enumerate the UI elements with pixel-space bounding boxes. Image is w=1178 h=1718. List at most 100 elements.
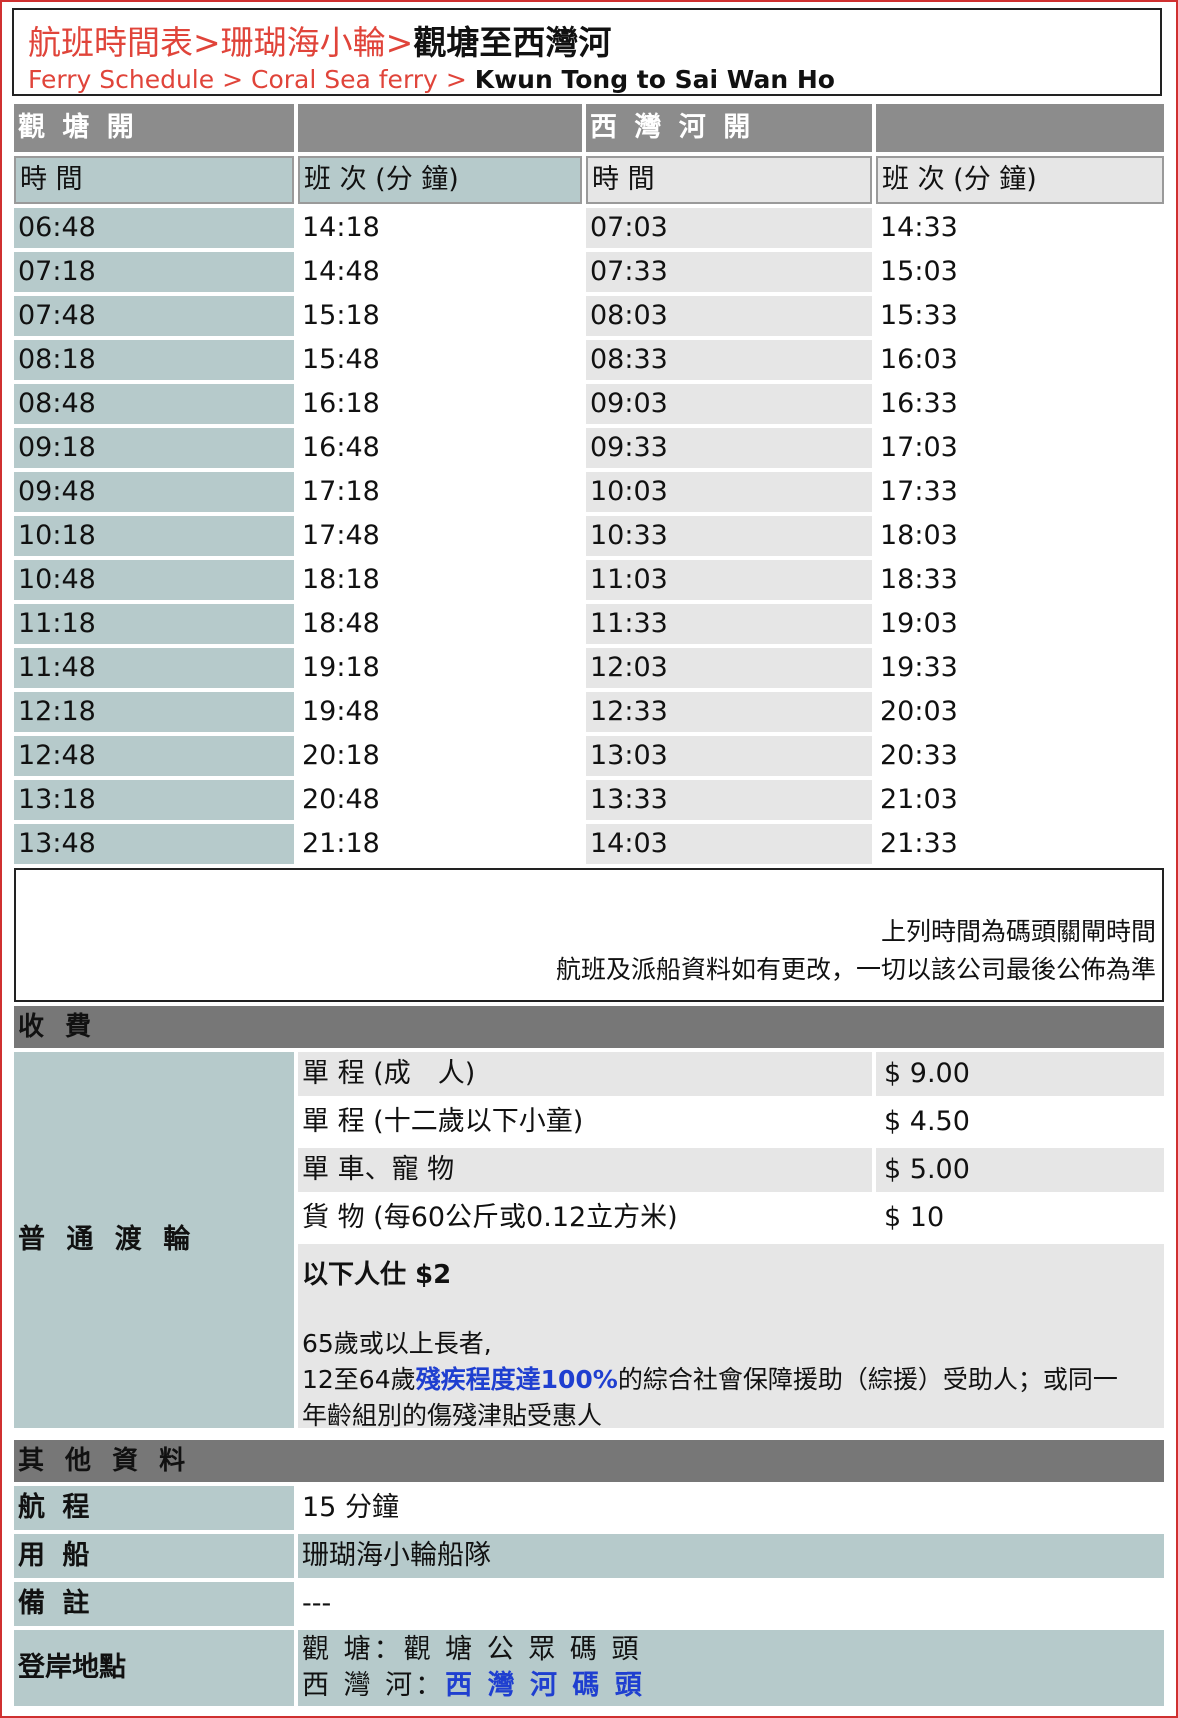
- sailing-kwun-tong-cell: 18:18: [298, 560, 582, 600]
- sailing-kwun-tong-cell: 17:48: [298, 516, 582, 556]
- time-sai-wan-ho-cell: 10:03: [586, 472, 872, 512]
- time-kwun-tong-cell: 09:48: [14, 472, 294, 512]
- time-kwun-tong-cell: 12:18: [14, 692, 294, 732]
- sailing-kwun-tong-cell: 15:18: [298, 296, 582, 336]
- time-sai-wan-ho-cell: 10:33: [586, 516, 872, 556]
- time-sai-wan-ho-cell: 09:03: [586, 384, 872, 424]
- time-kwun-tong-cell: 13:48: [14, 824, 294, 864]
- time-sai-wan-ho-cell: 13:03: [586, 736, 872, 776]
- sailing-sai-wan-ho-cell: 20:33: [876, 736, 1164, 776]
- fare-price-goods: $ 10: [876, 1196, 1164, 1240]
- sailing-kwun-tong-cell: 20:18: [298, 736, 582, 776]
- time-sai-wan-ho-cell: 14:03: [586, 824, 872, 864]
- remarks-label: 備 註: [14, 1582, 294, 1626]
- fare-label-bicycle-pet: 單 車、寵 物: [298, 1148, 872, 1192]
- journey-label: 航 程: [14, 1486, 294, 1530]
- sailing-sai-wan-ho-cell: 21:33: [876, 824, 1164, 864]
- sailing-sai-wan-ho-cell: 18:03: [876, 516, 1164, 556]
- time-kwun-tong-cell: 08:18: [14, 340, 294, 380]
- time-kwun-tong-cell: 11:18: [14, 604, 294, 644]
- header-blank-2: [876, 104, 1164, 152]
- sailing-kwun-tong-cell: 19:48: [298, 692, 582, 732]
- col-header-time-a: 時 間: [14, 156, 294, 204]
- sailing-kwun-tong-cell: 19:18: [298, 648, 582, 688]
- col-header-sailing-a: 班 次 (分 鐘): [298, 156, 582, 204]
- pier-label: 登岸地點: [14, 1630, 294, 1706]
- concession-link-disability[interactable]: 殘疾程度達100%: [416, 1365, 618, 1394]
- vessel-label: 用 船: [14, 1534, 294, 1578]
- sailing-sai-wan-ho-cell: 20:03: [876, 692, 1164, 732]
- time-kwun-tong-cell: 13:18: [14, 780, 294, 820]
- time-sai-wan-ho-cell: 07:33: [586, 252, 872, 292]
- fare-label-goods: 貨 物 (每60公斤或0.12立方米): [298, 1196, 872, 1240]
- time-sai-wan-ho-cell: 12:33: [586, 692, 872, 732]
- breadcrumb-link-coral-sea[interactable]: 珊瑚海小輪: [221, 23, 386, 62]
- fare-price-bicycle-pet: $ 5.00: [876, 1148, 1164, 1192]
- note-line-1: 上列時間為碼頭關閘時間: [880, 917, 1156, 946]
- concession-line-3: 年齡組別的傷殘津貼受惠人: [302, 1401, 603, 1428]
- other-info-section-title: 其 他 資 料: [14, 1440, 1164, 1482]
- breadcrumb-link-coral-sea-en[interactable]: Coral Sea ferry: [251, 65, 438, 94]
- time-sai-wan-ho-cell: 07:03: [586, 208, 872, 248]
- breadcrumb-link-schedule[interactable]: 航班時間表: [28, 23, 193, 62]
- sailing-kwun-tong-cell: 14:48: [298, 252, 582, 292]
- concession-line-1: 65歲或以上長者,: [302, 1329, 492, 1358]
- concession-line-2: 12至64歲殘疾程度達100%的綜合社會保障援助（綜援）受助人；或同一: [302, 1365, 1118, 1394]
- breadcrumb-link-schedule-en[interactable]: Ferry Schedule: [28, 65, 214, 94]
- sailing-sai-wan-ho-cell: 21:03: [876, 780, 1164, 820]
- header-from-sai-wan-ho: 西 灣 河 開: [586, 104, 872, 152]
- vessel-value: 珊瑚海小輪船隊: [298, 1534, 1164, 1578]
- sailing-kwun-tong-cell: 18:48: [298, 604, 582, 644]
- time-kwun-tong-cell: 10:48: [14, 560, 294, 600]
- col-header-time-b: 時 間: [586, 156, 872, 204]
- note-line-2: 航班及派船資料如有更改，一切以該公司最後公佈為準: [555, 955, 1156, 984]
- time-sai-wan-ho-cell: 08:33: [586, 340, 872, 380]
- sailing-kwun-tong-cell: 17:18: [298, 472, 582, 512]
- sailing-sai-wan-ho-cell: 15:03: [876, 252, 1164, 292]
- header-blank-1: [298, 104, 582, 152]
- header-from-kwun-tong: 觀 塘 開: [14, 104, 294, 152]
- journey-value: 15 分鐘: [298, 1486, 1164, 1530]
- sailing-sai-wan-ho-cell: 16:03: [876, 340, 1164, 380]
- pier-sai-wan-ho: 西 灣 河：西 灣 河 碼 頭: [302, 1670, 645, 1701]
- sailing-sai-wan-ho-cell: 17:03: [876, 428, 1164, 468]
- fares-section-title: 收 費: [14, 1006, 1164, 1048]
- remarks-value: ---: [298, 1582, 1164, 1626]
- sailing-sai-wan-ho-cell: 14:33: [876, 208, 1164, 248]
- fare-price-child: $ 4.50: [876, 1100, 1164, 1144]
- fare-price-adult: $ 9.00: [876, 1052, 1164, 1096]
- time-kwun-tong-cell: 06:48: [14, 208, 294, 248]
- time-kwun-tong-cell: 07:18: [14, 252, 294, 292]
- breadcrumb-current-en: Kwun Tong to Sai Wan Ho: [474, 65, 835, 94]
- sailing-sai-wan-ho-cell: 17:33: [876, 472, 1164, 512]
- time-kwun-tong-cell: 12:48: [14, 736, 294, 776]
- time-sai-wan-ho-cell: 08:03: [586, 296, 872, 336]
- sailing-sai-wan-ho-cell: 19:33: [876, 648, 1164, 688]
- sailing-sai-wan-ho-cell: 19:03: [876, 604, 1164, 644]
- time-sai-wan-ho-cell: 11:03: [586, 560, 872, 600]
- fare-category: 普 通 渡 輪: [14, 1052, 294, 1428]
- sailing-sai-wan-ho-cell: 15:33: [876, 296, 1164, 336]
- time-kwun-tong-cell: 08:48: [14, 384, 294, 424]
- fare-label-child: 單 程 (十二歲以下小童): [298, 1100, 872, 1144]
- time-sai-wan-ho-cell: 13:33: [586, 780, 872, 820]
- time-kwun-tong-cell: 11:48: [14, 648, 294, 688]
- sailing-kwun-tong-cell: 16:18: [298, 384, 582, 424]
- sailing-kwun-tong-cell: 16:48: [298, 428, 582, 468]
- sailing-kwun-tong-cell: 15:48: [298, 340, 582, 380]
- pier-kwun-tong: 觀 塘：觀 塘 公 眾 碼 頭: [302, 1634, 642, 1665]
- sailing-kwun-tong-cell: 14:18: [298, 208, 582, 248]
- breadcrumb-zh: 航班時間表>珊瑚海小輪>觀塘至西灣河: [28, 23, 612, 62]
- page-header: 航班時間表>珊瑚海小輪>觀塘至西灣河 Ferry Schedule > Cora…: [12, 8, 1162, 96]
- pier-sai-wan-ho-link[interactable]: 西 灣 河 碼 頭: [445, 1670, 645, 1701]
- col-header-sailing-b: 班 次 (分 鐘): [876, 156, 1164, 204]
- time-kwun-tong-cell: 07:48: [14, 296, 294, 336]
- fare-label-adult: 單 程 (成 人): [298, 1052, 872, 1096]
- pier-values: 觀 塘：觀 塘 公 眾 碼 頭 西 灣 河：西 灣 河 碼 頭: [298, 1630, 1164, 1706]
- time-kwun-tong-cell: 09:18: [14, 428, 294, 468]
- breadcrumb-en: Ferry Schedule > Coral Sea ferry > Kwun …: [28, 65, 835, 94]
- time-sai-wan-ho-cell: 09:33: [586, 428, 872, 468]
- time-sai-wan-ho-cell: 11:33: [586, 604, 872, 644]
- time-kwun-tong-cell: 10:18: [14, 516, 294, 556]
- sailing-kwun-tong-cell: 21:18: [298, 824, 582, 864]
